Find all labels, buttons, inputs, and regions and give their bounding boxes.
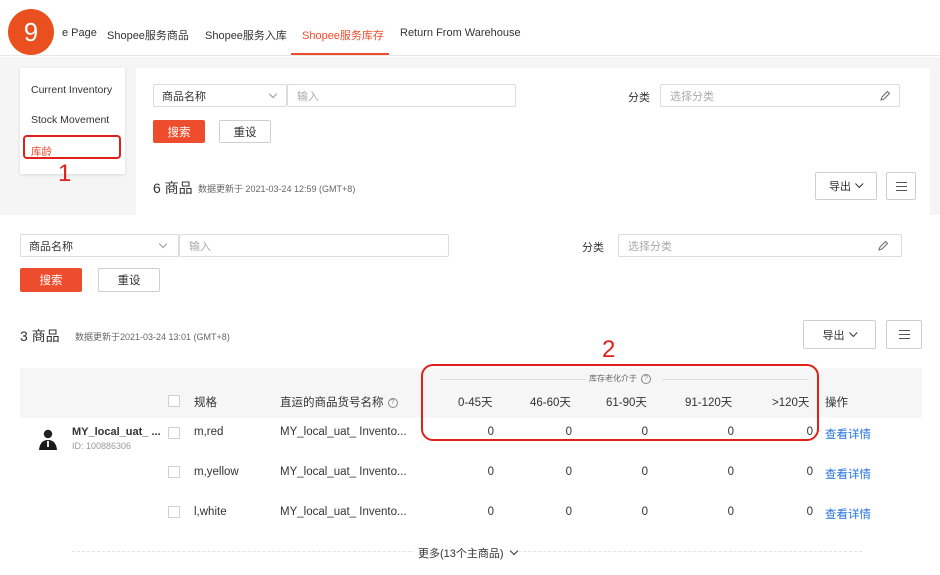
lower-product-search-placeholder: 输入 — [189, 240, 211, 253]
row-age-91-120: 0 — [727, 506, 734, 518]
upper-category-label: 分类 — [628, 92, 650, 104]
lower-export-label: 导出 — [822, 329, 845, 342]
row-age-0-45: 0 — [487, 506, 494, 518]
lower-data-updated: 数据更新于2021-03-24 13:01 (GMT+8) — [75, 332, 230, 342]
lower-category-select[interactable]: 选择分类 — [618, 234, 902, 257]
annotation-number-1: 1 — [58, 160, 72, 187]
row-spec: l,white — [194, 506, 227, 518]
lower-menu-button[interactable] — [886, 320, 922, 349]
top-nav: e Page Shopee服务商品 Shopee服务入库 Shopee服务库存 … — [0, 0, 940, 56]
tab-shopee-inbound[interactable]: Shopee服务入库 — [205, 27, 287, 43]
row-age-91-120: 0 — [727, 466, 734, 478]
product-name[interactable]: MY_local_uat_ ... — [72, 426, 161, 438]
row-spec: m,yellow — [194, 466, 239, 478]
row-age-61-90: 0 — [641, 506, 648, 518]
upper-product-count: 6 商品 — [153, 180, 193, 196]
tab-return-from-warehouse[interactable]: Return From Warehouse — [400, 27, 521, 39]
upper-product-field-select[interactable]: 商品名称 — [153, 84, 287, 107]
product-image — [36, 426, 60, 450]
chevron-down-icon — [855, 179, 864, 189]
column-header-spec: 规格 — [194, 397, 217, 409]
pencil-icon — [880, 90, 891, 101]
row-age-46-60: 0 — [565, 506, 572, 518]
row-age-120-plus: 0 — [806, 466, 813, 478]
row-checkbox[interactable] — [168, 466, 180, 478]
row-sku-name: MY_local_uat_ Invento... — [280, 426, 407, 438]
tab-shopee-products[interactable]: Shopee服务商品 — [107, 27, 189, 43]
upper-product-search-input[interactable]: 输入 — [287, 84, 516, 107]
view-details-link[interactable]: 查看详情 — [825, 506, 871, 522]
lower-category-label: 分类 — [582, 242, 604, 254]
upper-data-updated: 数据更新于 2021-03-24 12:59 (GMT+8) — [198, 184, 356, 194]
column-header-action: 操作 — [825, 397, 848, 409]
annotation-highlight-box-1 — [23, 135, 121, 159]
upper-category-select[interactable]: 选择分类 — [660, 84, 900, 107]
row-age-0-45: 0 — [487, 466, 494, 478]
upper-search-button[interactable]: 搜索 — [153, 120, 205, 143]
menu-icon — [895, 181, 907, 183]
upper-product-field-value: 商品名称 — [162, 90, 206, 103]
row-age-61-90: 0 — [641, 466, 648, 478]
sidebar-item-current-inventory[interactable]: Current Inventory — [31, 84, 112, 96]
row-sku-name: MY_local_uat_ Invento... — [280, 506, 407, 518]
upper-export-button[interactable]: 导出 — [815, 172, 877, 200]
lower-product-field-select[interactable]: 商品名称 — [20, 234, 179, 257]
row-age-120-plus: 0 — [806, 506, 813, 518]
select-all-checkbox[interactable] — [168, 395, 180, 407]
row-age-46-60: 0 — [565, 466, 572, 478]
product-id: ID: 100886306 — [72, 441, 132, 451]
row-spec: m,red — [194, 426, 224, 438]
chevron-down-icon — [158, 239, 168, 249]
upper-category-placeholder: 选择分类 — [670, 90, 714, 103]
step-number-badge: 9 — [8, 9, 54, 55]
view-details-link[interactable]: 查看详情 — [825, 426, 871, 442]
chevron-down-icon — [268, 89, 278, 99]
tab-shopee-inventory[interactable]: Shopee服务库存 — [302, 27, 384, 43]
upper-menu-button[interactable] — [886, 172, 916, 200]
upper-product-search-placeholder: 输入 — [297, 90, 319, 103]
chevron-down-icon — [509, 546, 518, 556]
annotation-number-2: 2 — [602, 336, 616, 363]
sidebar-item-stock-movement[interactable]: Stock Movement — [31, 114, 109, 126]
lower-product-count: 3 商品 — [20, 328, 60, 344]
menu-icon — [898, 330, 910, 331]
lower-category-placeholder: 选择分类 — [628, 240, 672, 253]
pencil-icon — [878, 240, 889, 251]
annotation-highlight-box-2 — [421, 364, 819, 441]
tab-home-page[interactable]: e Page — [62, 27, 97, 39]
row-sku-name: MY_local_uat_ Invento... — [280, 466, 407, 478]
lower-export-button[interactable]: 导出 — [803, 320, 876, 349]
show-more-products[interactable]: 更多(13个主商品) — [414, 545, 518, 561]
product-thumbnail — [36, 426, 60, 450]
show-more-label: 更多(13个主商品) — [418, 548, 504, 560]
lower-search-button[interactable]: 搜索 — [20, 268, 82, 292]
help-icon[interactable]: ? — [387, 397, 398, 408]
row-checkbox[interactable] — [168, 506, 180, 518]
column-header-sku-name: 直运的商品货号名称? — [280, 394, 398, 410]
upper-export-label: 导出 — [829, 181, 851, 193]
upper-reset-button[interactable]: 重设 — [219, 120, 271, 143]
chevron-down-icon — [848, 328, 858, 337]
active-tab-underline — [291, 53, 389, 55]
lower-product-field-value: 商品名称 — [29, 240, 73, 253]
row-checkbox[interactable] — [168, 427, 180, 439]
lower-product-search-input[interactable]: 输入 — [179, 234, 449, 257]
view-details-link[interactable]: 查看详情 — [825, 466, 871, 482]
lower-reset-button[interactable]: 重设 — [98, 268, 160, 292]
